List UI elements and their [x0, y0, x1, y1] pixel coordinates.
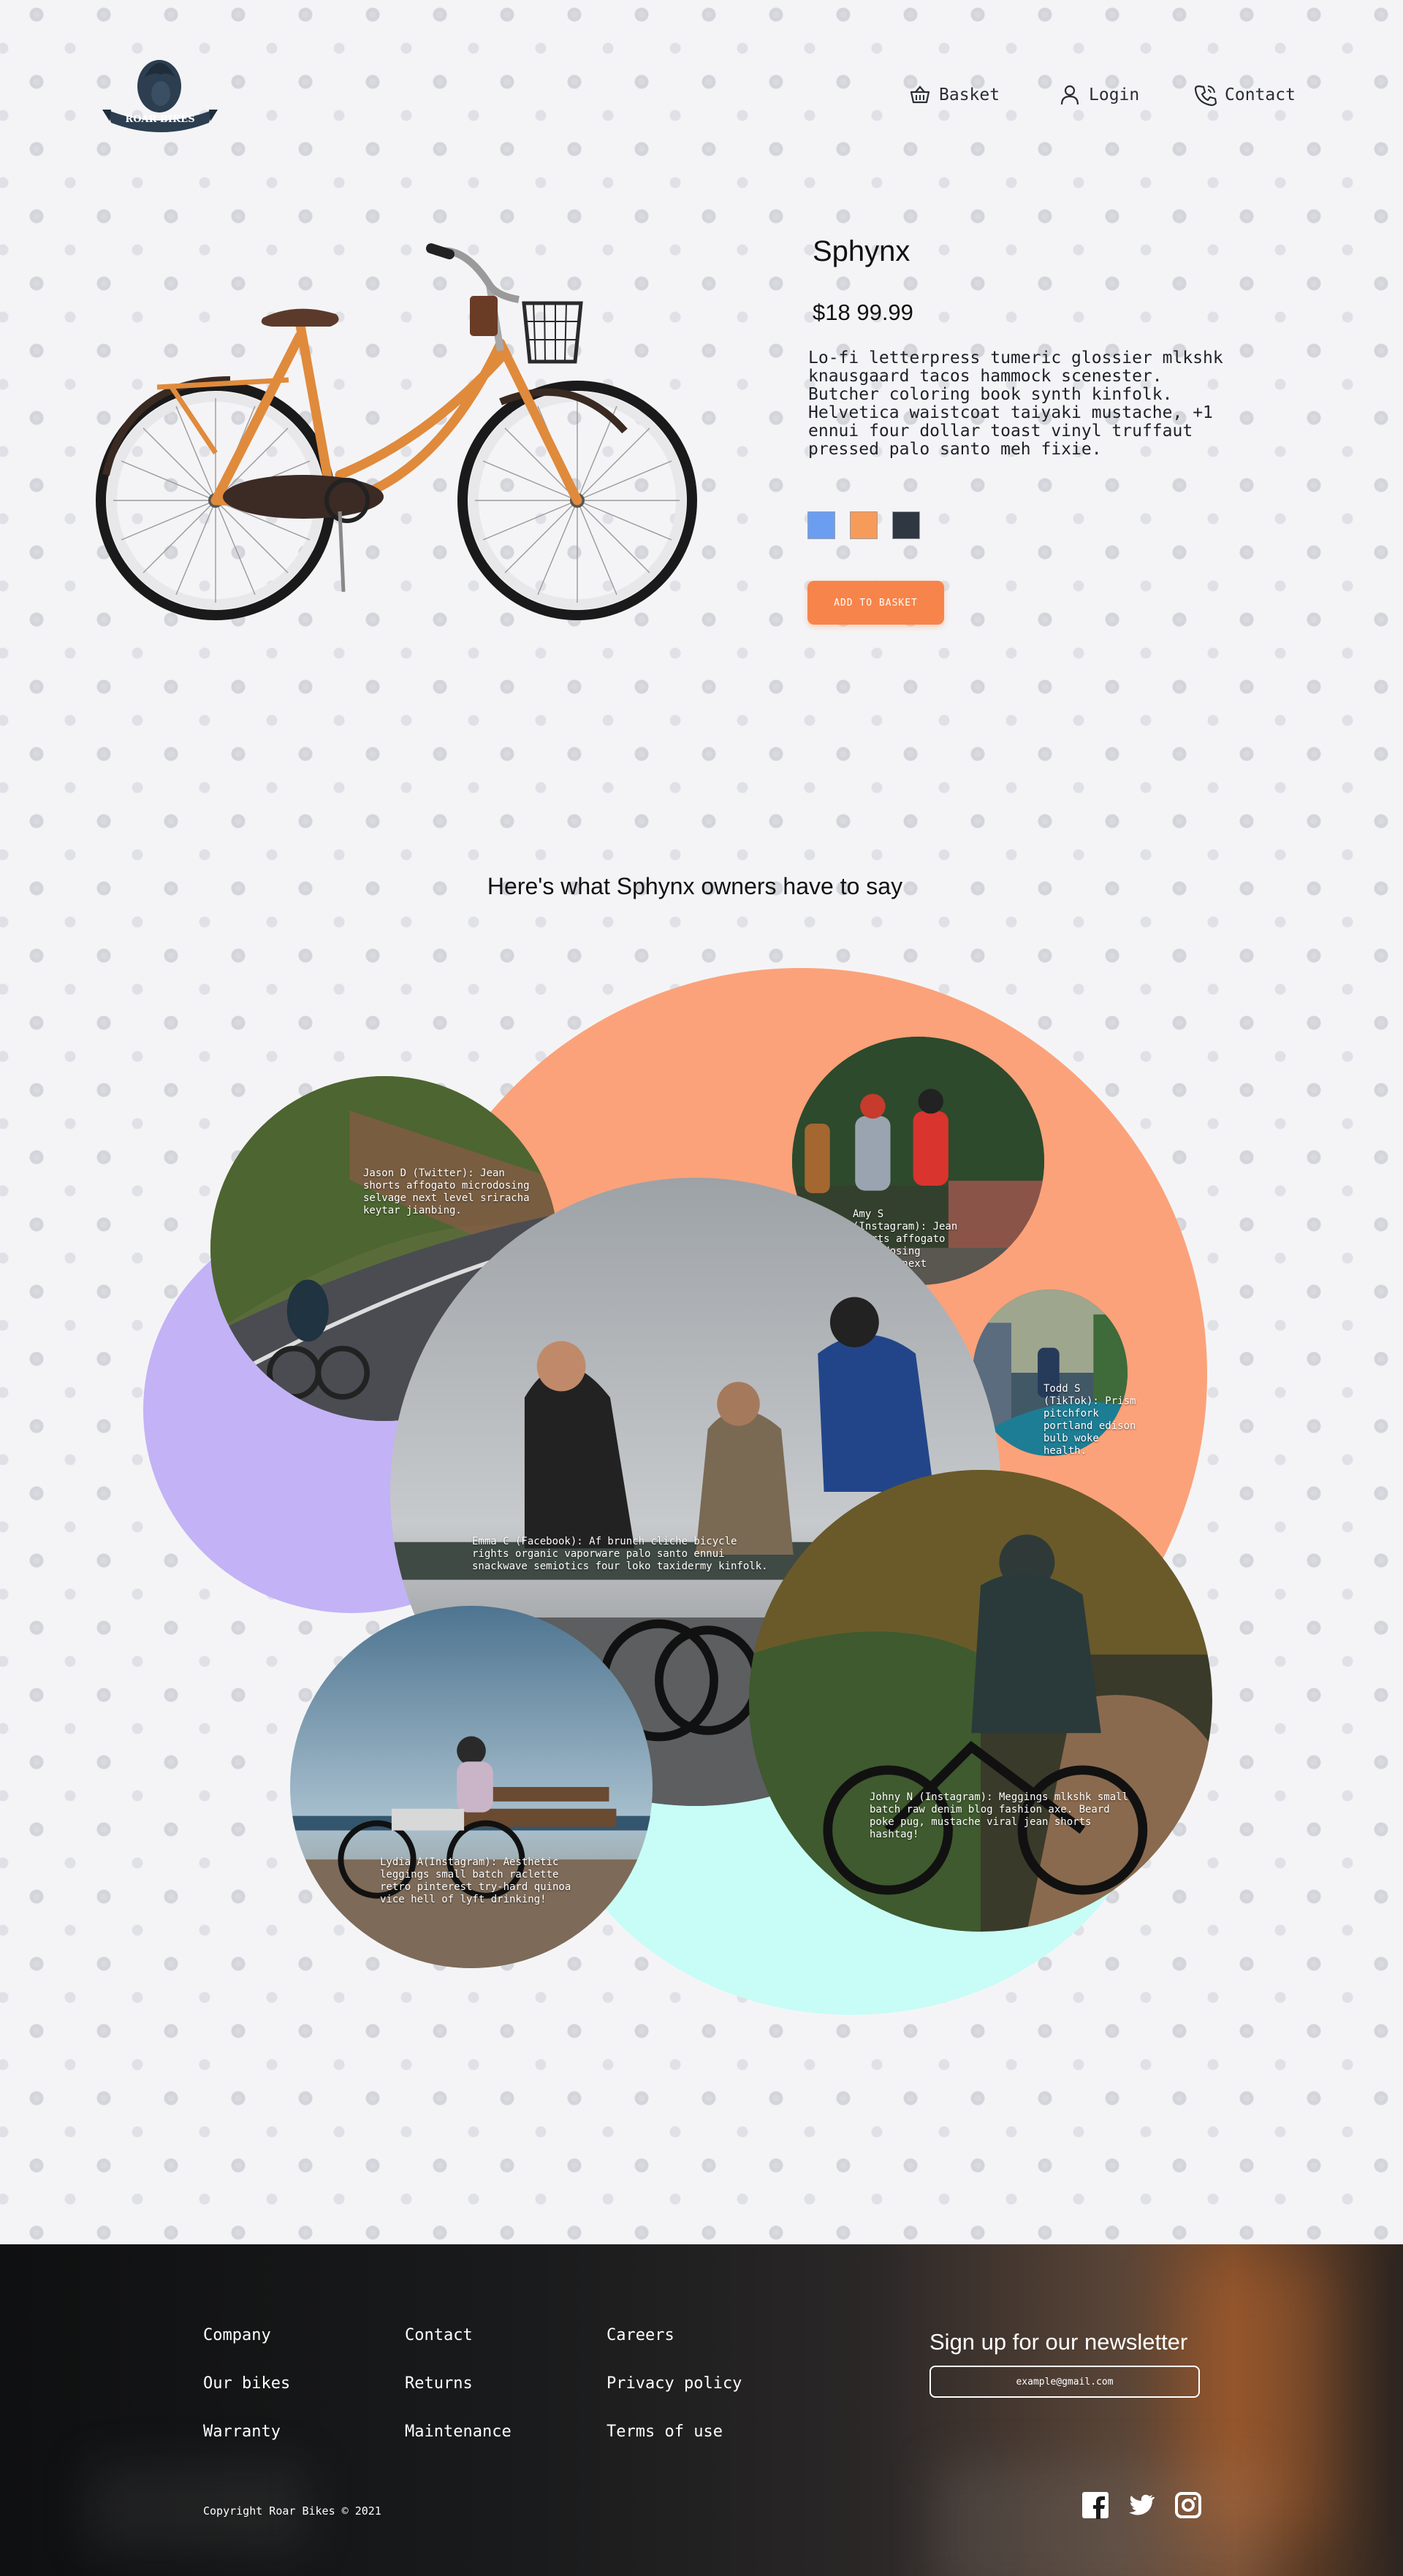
product-title: Sphynx [813, 235, 910, 267]
newsletter-title: Sign up for our newsletter [929, 2329, 1188, 2355]
color-swatch-blue[interactable] [807, 511, 835, 539]
bicycle-illustration [96, 243, 697, 620]
footer-link-warranty[interactable]: Warranty [203, 2423, 281, 2441]
nav-contact[interactable]: Contact [1194, 83, 1296, 107]
nav-login-label: Login [1089, 85, 1140, 104]
testimonial-text-emma: Emma C (Facebook): Af brunch cliche bicy… [472, 1536, 768, 1572]
footer-link-contact[interactable]: Contact [405, 2326, 473, 2344]
brand-name: ROAR BIKES [125, 114, 194, 125]
footer-link-our-bikes[interactable]: Our bikes [203, 2374, 290, 2393]
user-icon [1060, 85, 1079, 105]
nav-basket[interactable]: Basket [908, 83, 1000, 107]
testimonial-text-todd: Todd S (TikTok): Prism pitchfork portlan… [1043, 1383, 1136, 1457]
color-swatch-orange[interactable] [850, 511, 878, 539]
color-swatch-dark[interactable] [892, 511, 920, 539]
site-footer [0, 2244, 1403, 2576]
footer-link-company[interactable]: Company [203, 2326, 271, 2344]
testimonial-photo-lydia [290, 1606, 653, 1968]
footer-link-terms-of-use[interactable]: Terms of use [607, 2423, 723, 2441]
product-price: $18 99.99 [813, 300, 913, 325]
testimonial-text-johny: Johny N (Instagram): Meggings mlkshk sma… [870, 1791, 1129, 1840]
twitter-icon[interactable] [1127, 2491, 1155, 2519]
phone-icon [1194, 85, 1217, 107]
nav-basket-label: Basket [939, 85, 1000, 104]
color-swatches [807, 511, 920, 539]
newsletter-email-input[interactable] [929, 2366, 1200, 2398]
testimonials-heading: Here's what Sphynx owners have to say [487, 873, 903, 899]
footer-link-returns[interactable]: Returns [405, 2374, 473, 2393]
basket-icon [910, 85, 930, 104]
testimonial-text-jason: Jason D (Twitter): Jean shorts affogato … [363, 1167, 530, 1216]
testimonial-photo-johny [749, 1470, 1212, 1932]
nav-login[interactable]: Login [1058, 83, 1139, 107]
product-image [91, 234, 702, 628]
facebook-icon[interactable] [1081, 2491, 1109, 2519]
footer-link-maintenance[interactable]: Maintenance [405, 2423, 512, 2441]
add-to-basket-button[interactable]: ADD TO BASKET [807, 581, 944, 625]
nav-contact-label: Contact [1225, 85, 1296, 104]
instagram-icon[interactable] [1174, 2491, 1202, 2519]
testimonial-text-lydia: Lydia A(Instagram): Aesthetic leggings s… [380, 1856, 571, 1905]
footer-link-careers[interactable]: Careers [607, 2326, 674, 2344]
footer-link-privacy-policy[interactable]: Privacy policy [607, 2374, 742, 2393]
product-description: Lo-fi letterpress tumeric glossier mlksh… [808, 348, 1223, 459]
copyright-text: Copyright Roar Bikes © 2021 [203, 2504, 381, 2518]
brand-logo[interactable]: ROAR BIKES [101, 56, 219, 137]
